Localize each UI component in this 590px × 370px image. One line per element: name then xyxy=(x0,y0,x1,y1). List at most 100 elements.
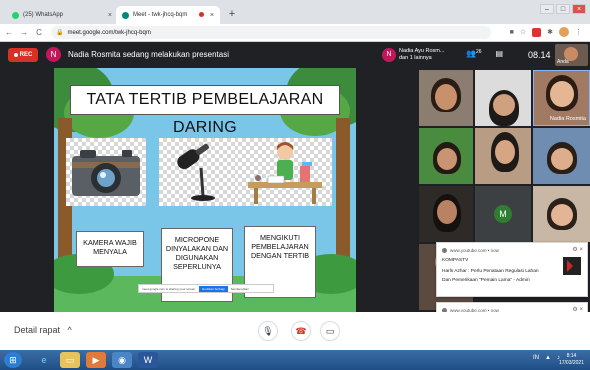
browser-tab-bar: (25) WhatsApp × Meet - twk-jhcq-bqm × + … xyxy=(0,0,590,24)
viewers-info[interactable]: N Nadia Ayu Rosm... dan 1 lainnya xyxy=(382,46,444,64)
chrome-icon xyxy=(442,248,447,253)
new-tab-button[interactable]: + xyxy=(226,8,238,20)
slide-title: TATA TERTIB PEMBELAJARAN DARING xyxy=(70,85,340,136)
camera-icon xyxy=(72,150,140,196)
participant-tile[interactable] xyxy=(533,128,590,184)
tab-title: (25) WhatsApp xyxy=(23,12,64,18)
participant-tile[interactable] xyxy=(419,186,473,242)
screen-share-text: meet.google.com is sharing your screen. xyxy=(142,286,197,291)
presenter-avatar: N xyxy=(46,47,61,62)
notification-title: KOMPASTV xyxy=(442,258,469,263)
settings-gear-icon[interactable]: ⚙ xyxy=(572,247,577,253)
participant-face xyxy=(435,84,457,110)
recording-badge: REC xyxy=(8,48,38,62)
lock-icon: 🔒 xyxy=(56,30,64,36)
notification-card[interactable]: www.youtube.com • now ⚙ × KOMPASTV Harls… xyxy=(436,242,588,297)
file-explorer-icon[interactable]: ▭ xyxy=(60,352,80,368)
notification-source-text: www.youtube.com • now xyxy=(450,248,499,253)
tab-title: Meet - twk-jhcq-bqm xyxy=(133,12,188,18)
record-dot-icon xyxy=(13,53,18,57)
word-icon[interactable]: W xyxy=(138,352,158,368)
start-button[interactable]: ⊞ xyxy=(4,352,22,368)
participant-tile-speaking[interactable]: Nadia Rosmita xyxy=(533,70,590,126)
recording-dot-icon xyxy=(199,12,204,17)
network-icon[interactable]: ▲ xyxy=(545,355,551,361)
stop-sharing-button[interactable]: Hentikan berbagi xyxy=(199,285,228,292)
minimize-button[interactable]: – xyxy=(540,4,554,14)
end-call-button[interactable]: ☎ xyxy=(291,321,311,341)
forward-arrow-icon[interactable]: → xyxy=(18,28,30,37)
participant-face xyxy=(551,148,573,170)
participant-name: Nadia Rosmita xyxy=(549,116,586,122)
tab-whatsapp[interactable]: (25) WhatsApp × xyxy=(6,6,118,24)
chrome-icon[interactable]: ◉ xyxy=(112,352,132,368)
language-icon[interactable]: IN xyxy=(533,355,539,361)
kompastv-logo xyxy=(563,257,581,275)
participant-tile[interactable] xyxy=(475,70,531,126)
meet-bottom-bar: Detail rapat ^ 🎙 ☎ ▭ xyxy=(0,312,590,350)
internet-explorer-icon[interactable]: e xyxy=(34,352,54,368)
windows-taskbar: ⊞ e ▭ ▶ ◉ W IN ▲ ♪ 8:14 17/03/2021 xyxy=(0,350,590,370)
microphone-illustration xyxy=(159,138,239,206)
participants-button[interactable]: 👥26 xyxy=(466,49,482,58)
profile-avatar[interactable] xyxy=(559,27,569,37)
back-arrow-icon[interactable]: ← xyxy=(3,28,15,37)
meet-icon xyxy=(122,11,129,19)
microphone-button[interactable]: 🎙 xyxy=(258,321,278,341)
participant-tile[interactable] xyxy=(475,128,531,184)
star-icon[interactable]: ☆ xyxy=(520,28,526,36)
participant-face xyxy=(550,81,574,107)
participant-tile[interactable] xyxy=(533,186,590,242)
self-view-tile[interactable]: Anda xyxy=(555,44,588,66)
notification-body: Harls Azhar : Perlu Penataan Regulasi La… xyxy=(442,269,539,274)
maximize-button[interactable]: □ xyxy=(556,4,570,14)
participant-face xyxy=(437,200,457,224)
system-tray: IN ▲ ♪ xyxy=(533,355,560,361)
participant-tile-no-video[interactable]: M xyxy=(475,186,531,242)
people-icon: 👥 xyxy=(466,49,476,58)
notification-body: Dan Pemerikaan "Pemain Lama" - Admin xyxy=(442,278,530,283)
address-bar: ← → C 🔒 meet.google.com/twk-jhcq-bqm ■ ☆… xyxy=(0,24,590,42)
tab-meet[interactable]: Meet - twk-jhcq-bqm × xyxy=(116,6,220,24)
camera-icon: ▭ xyxy=(325,326,335,336)
camera-indicator-icon[interactable]: ■ xyxy=(510,29,514,36)
media-player-icon[interactable]: ▶ xyxy=(86,352,106,368)
participant-face xyxy=(495,140,515,164)
viewers-line-1: Nadia Ayu Rosm... xyxy=(399,48,445,54)
self-view-label: Anda xyxy=(557,59,569,65)
close-tab-icon[interactable]: × xyxy=(108,12,112,19)
extension-icon[interactable] xyxy=(532,27,542,37)
system-time: 8:14 xyxy=(566,353,577,359)
microphone-icon: 🎙 xyxy=(262,326,274,336)
camera-button[interactable]: ▭ xyxy=(320,321,340,341)
participant-face xyxy=(551,204,573,226)
viewer-avatar: N xyxy=(382,48,396,62)
chat-icon[interactable]: ▤ xyxy=(496,49,504,58)
participant-tile[interactable] xyxy=(419,70,473,126)
rule-caption-camera: KAMERA WAJIB MENYALA xyxy=(76,231,144,267)
participant-tile[interactable] xyxy=(419,128,473,184)
reload-icon[interactable]: C xyxy=(33,28,45,37)
microphone-icon xyxy=(177,143,215,201)
camera-illustration xyxy=(66,138,146,206)
meeting-details-button[interactable]: Detail rapat ^ xyxy=(14,325,72,335)
menu-icon[interactable]: ⋮ xyxy=(575,28,582,36)
close-tab-icon[interactable]: × xyxy=(210,12,214,19)
close-window-button[interactable]: × xyxy=(572,4,586,14)
presenting-text: Nadia Rosmita sedang melakukan presentas… xyxy=(68,50,229,59)
url-input[interactable]: 🔒 meet.google.com/twk-jhcq-bqm xyxy=(51,26,491,39)
meet-top-bar: REC N Nadia Rosmita sedang melakukan pre… xyxy=(0,42,590,68)
presentation-slide: TATA TERTIB PEMBELAJARAN DARING KAMERA W… xyxy=(54,68,356,312)
participant-face xyxy=(437,148,457,170)
system-clock[interactable]: 8:14 17/03/2021 xyxy=(559,353,584,367)
viewers-line-2: dan 1 lainnya xyxy=(399,55,432,61)
participant-avatar: M xyxy=(494,205,512,223)
screen-share-bar: meet.google.com is sharing your screen. … xyxy=(138,284,274,293)
puzzle-icon[interactable]: ✱ xyxy=(547,28,553,36)
whatsapp-icon xyxy=(12,11,19,19)
rec-label: REC xyxy=(19,52,33,58)
hide-share-bar-button[interactable]: Sembunyikan xyxy=(231,287,249,291)
chevron-up-icon: ^ xyxy=(67,325,72,335)
close-icon[interactable]: × xyxy=(579,247,583,253)
participant-face xyxy=(493,94,515,116)
